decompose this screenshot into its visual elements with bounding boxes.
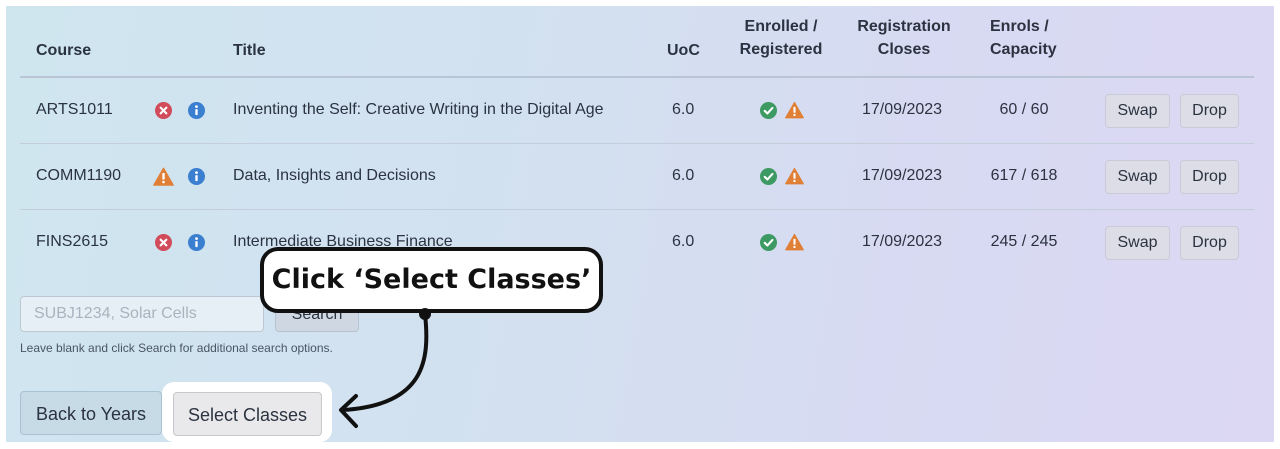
callout-arrow-dot — [419, 308, 431, 320]
